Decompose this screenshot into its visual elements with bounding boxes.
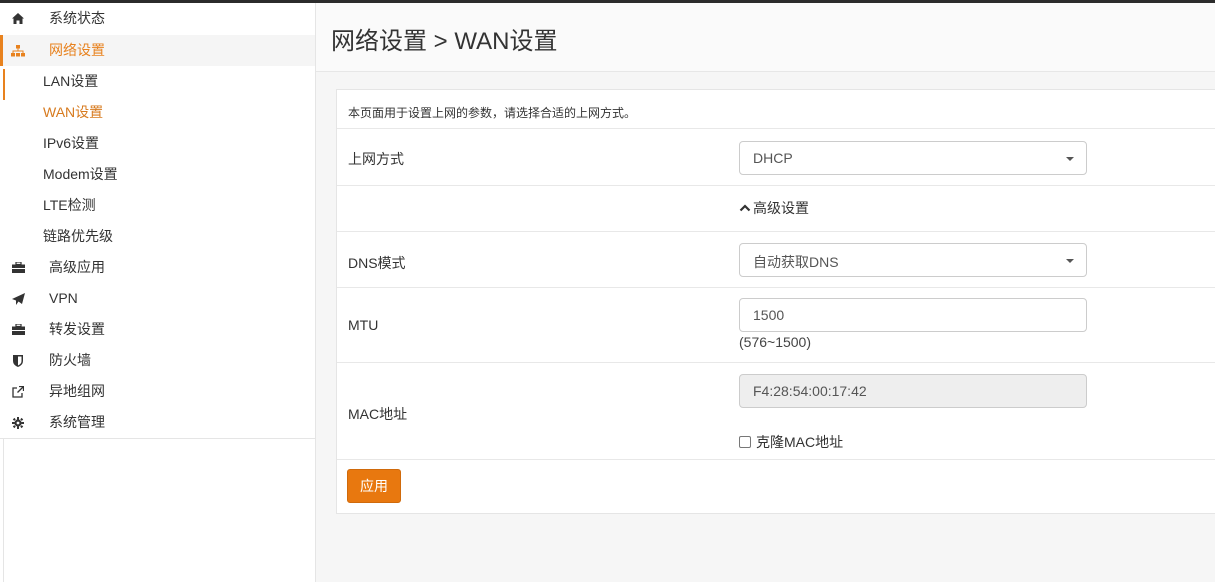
sidebar-item-label: VPN	[49, 290, 78, 306]
paper-plane-icon	[10, 283, 26, 314]
apply-button[interactable]: 应用	[347, 469, 401, 503]
advanced-row: 高级设置	[337, 186, 1215, 232]
sidebar-item-vpn[interactable]: VPN	[0, 283, 315, 314]
sidebar-subitem-modem[interactable]: Modem设置	[0, 159, 315, 190]
sidebar-item-label: 防火墙	[49, 352, 91, 368]
sidebar-item-remote-network[interactable]: 异地组网	[0, 376, 315, 407]
page-header: 网络设置 > WAN设置	[316, 3, 1215, 72]
sidebar-item-advanced[interactable]: 高级应用	[0, 252, 315, 283]
mac-address-input	[739, 374, 1087, 408]
page-title: 网络设置 > WAN设置	[331, 28, 558, 55]
sidebar-item-label: 异地组网	[49, 383, 105, 399]
sidebar-item-network-settings[interactable]: 网络设置	[0, 35, 315, 66]
connection-type-select[interactable]: DHCP	[739, 141, 1087, 175]
sidebar-subitem-label: WAN设置	[43, 104, 104, 120]
dns-mode-row: DNS模式 自动获取DNS	[337, 232, 1215, 288]
sidebar-subitem-lte[interactable]: LTE检测	[0, 190, 315, 221]
page-description: 本页面用于设置上网的参数，请选择合适的上网方式。	[348, 106, 637, 120]
sidebar-subitem-label: 链路优先级	[43, 228, 113, 244]
sidebar-subitem-link-priority[interactable]: 链路优先级	[0, 221, 315, 252]
sidebar-item-forwarding[interactable]: 转发设置	[0, 314, 315, 345]
sidebar-item-label: 系统管理	[49, 414, 105, 430]
sidebar-item-system-status[interactable]: 系统状态	[0, 3, 315, 34]
sidebar-subitem-label: Modem设置	[43, 166, 118, 182]
sidebar-subitem-wan[interactable]: WAN设置	[0, 97, 315, 128]
sidebar-subitem-label: LAN设置	[43, 73, 99, 89]
briefcase-icon	[10, 252, 26, 283]
sitemap-icon	[10, 35, 26, 66]
main-content: 网络设置 > WAN设置 本页面用于设置上网的参数，请选择合适的上网方式。 上网…	[316, 3, 1215, 582]
mtu-input[interactable]	[739, 298, 1087, 332]
sidebar-nav: 系统状态 网络设置 LAN设置 WAN设置 IPv6设置 Modem设置 LTE…	[0, 3, 315, 439]
mac-address-row: MAC地址 克隆MAC地址	[337, 363, 1215, 460]
mtu-range-hint: (576~1500)	[739, 334, 812, 350]
caret-down-icon	[1066, 259, 1074, 263]
external-link-icon	[10, 376, 26, 407]
sidebar-item-system-management[interactable]: 系统管理	[0, 407, 315, 438]
mtu-row: MTU (576~1500)	[337, 288, 1215, 363]
advanced-settings-toggle[interactable]: 高级设置	[739, 198, 809, 218]
caret-down-icon	[1066, 157, 1074, 161]
sidebar-subitem-ipv6[interactable]: IPv6设置	[0, 128, 315, 159]
connection-type-label: 上网方式	[348, 151, 404, 167]
dns-mode-select[interactable]: 自动获取DNS	[739, 243, 1087, 277]
dns-mode-value: 自动获取DNS	[753, 254, 839, 270]
checkbox-box[interactable]	[739, 436, 751, 448]
shield-icon	[10, 345, 26, 376]
sidebar-item-label: 高级应用	[49, 259, 105, 275]
wan-settings-panel: 本页面用于设置上网的参数，请选择合适的上网方式。 上网方式 DHCP 高级设置 …	[336, 89, 1215, 514]
mtu-label: MTU	[348, 317, 379, 333]
sidebar-item-label: 系统状态	[49, 10, 105, 26]
sidebar-item-firewall[interactable]: 防火墙	[0, 345, 315, 376]
clone-mac-checkbox[interactable]: 克隆MAC地址	[739, 432, 843, 452]
briefcase-icon	[10, 314, 26, 345]
sidebar-item-label: 转发设置	[49, 321, 105, 337]
chevron-up-icon	[739, 202, 751, 214]
sidebar-subitem-label: IPv6设置	[43, 135, 100, 151]
clone-mac-label: 克隆MAC地址	[756, 434, 844, 450]
sidebar-subitem-lan[interactable]: LAN设置	[0, 66, 315, 97]
connection-type-value: DHCP	[753, 150, 793, 166]
description-row: 本页面用于设置上网的参数，请选择合适的上网方式。	[337, 90, 1215, 129]
sidebar-subitem-label: LTE检测	[43, 197, 96, 213]
home-icon	[10, 3, 26, 34]
mac-address-label: MAC地址	[348, 406, 408, 422]
connection-type-row: 上网方式 DHCP	[337, 129, 1215, 186]
sidebar-item-label: 网络设置	[49, 42, 105, 58]
gear-icon	[10, 407, 26, 438]
dns-mode-label: DNS模式	[348, 255, 406, 271]
advanced-settings-label: 高级设置	[753, 200, 809, 216]
